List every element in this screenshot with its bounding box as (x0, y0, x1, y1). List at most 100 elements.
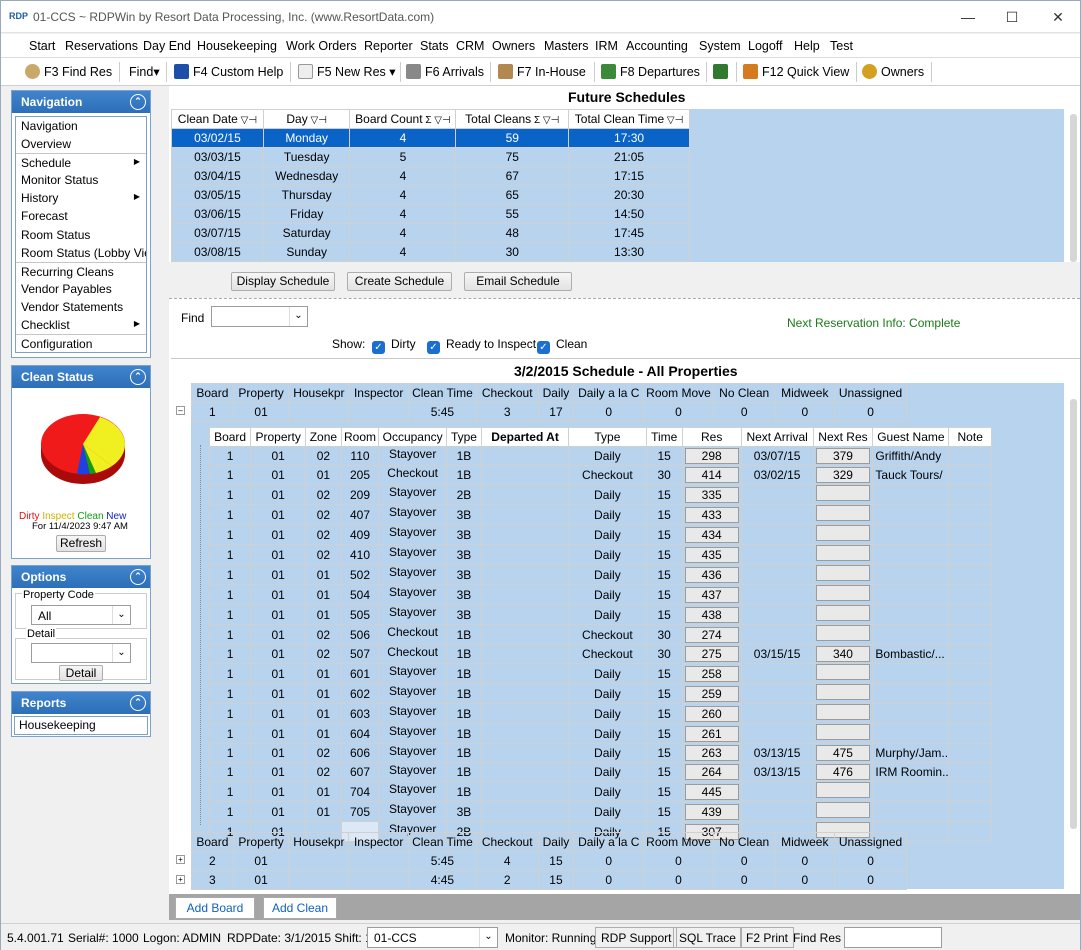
next-res-link-button[interactable]: 379 (815, 448, 870, 464)
column-header[interactable]: Type (568, 427, 647, 447)
sidebar-item-history[interactable]: History ▶ (16, 189, 146, 207)
sidebar-item-navigation[interactable]: Navigation (16, 117, 146, 135)
column-header[interactable]: Daily a la C (573, 832, 645, 852)
res-link-button[interactable]: 414 (684, 467, 739, 483)
detail-button[interactable]: Detail (59, 665, 103, 681)
find-res-input[interactable] (844, 927, 942, 948)
next-res-link-button[interactable] (815, 704, 870, 720)
column-header[interactable]: No Clean (712, 832, 776, 852)
res-link-button[interactable]: 258 (684, 665, 739, 682)
sidebar-item-forecast[interactable]: Forecast (16, 207, 146, 225)
res-link-button[interactable]: 445 (684, 783, 739, 800)
column-header[interactable]: Housekpr (288, 383, 350, 403)
custom-help-button[interactable]: F4 Custom Help (174, 64, 283, 79)
column-header[interactable]: Clean Time (408, 383, 477, 403)
collapse-icon[interactable]: ⌃ (130, 695, 146, 711)
menu-item-system[interactable]: System (699, 39, 741, 53)
menu-item-start[interactable]: Start (29, 39, 55, 53)
column-header[interactable]: Room Move (643, 383, 714, 403)
add-board-button[interactable]: Add Board (175, 897, 255, 919)
sidebar-item-overview[interactable]: Overview (16, 135, 146, 153)
column-header[interactable]: Daily (537, 832, 575, 852)
table-row[interactable]: 03/05/15 Thursday 4 65 20:30 (171, 185, 690, 205)
arrivals-button[interactable]: F6 Arrivals (406, 64, 484, 79)
column-header[interactable]: Time (645, 427, 683, 447)
menu-item-housekeeping[interactable]: Housekeeping (197, 39, 277, 53)
clean-checkbox[interactable]: ✓ Clean (537, 337, 587, 354)
menu-item-masters[interactable]: Masters (544, 39, 588, 53)
column-header[interactable]: Property (232, 383, 290, 403)
column-header[interactable]: Room (340, 427, 380, 447)
board-row[interactable]: 1 01 5:45 3 17 0 0 0 0 0 (191, 402, 907, 422)
table-row[interactable]: 1 01 01 505 Stayover 3B Daily 15 438 (208, 604, 992, 625)
res-link-button[interactable]: 298 (684, 448, 739, 464)
table-row[interactable]: 1 01 01 704 Stayover 1B Daily 15 445 (208, 781, 992, 802)
table-row[interactable]: 03/07/15 Saturday 4 48 17:45 (171, 223, 690, 243)
create-schedule-button[interactable]: Create Schedule (347, 272, 452, 291)
table-row[interactable]: 03/03/15 Tuesday 5 75 21:05 (171, 147, 690, 167)
filter-icon[interactable]: ▽⊣ (664, 115, 683, 126)
sidebar-item-room-status[interactable]: Room Status (16, 226, 146, 244)
res-link-button[interactable]: 259 (684, 685, 739, 702)
table-row[interactable]: 03/06/15 Friday 4 55 14:50 (171, 204, 690, 224)
clean-status-header[interactable]: Clean Status ⌃ (12, 366, 150, 388)
departures-button[interactable]: F8 Departures (601, 64, 700, 79)
sidebar-item-room-status-lobby-vie[interactable]: Room Status (Lobby Vie (16, 244, 146, 262)
column-header[interactable]: Type (445, 427, 483, 447)
table-row[interactable]: 1 01 01 604 Stayover 1B Daily 15 261 (208, 723, 992, 744)
table-row[interactable]: 03/02/15 Monday 4 59 17:30 (171, 128, 690, 148)
res-link-button[interactable]: 264 (684, 764, 739, 780)
next-res-link-button[interactable] (815, 485, 870, 501)
table-row[interactable]: 1 01 01 603 Stayover 1B Daily 15 260 (208, 703, 992, 724)
res-link-button[interactable]: 434 (684, 526, 739, 543)
table-row[interactable]: 1 01 02 607 Stayover 1B Daily 15 264 03/13/15 476 I… (208, 762, 992, 782)
filter-icon[interactable]: Σ ▽⊣ (423, 115, 450, 126)
table-row[interactable]: 1 01 01 502 Stayover 3B Daily 15 436 (208, 564, 992, 585)
res-link-button[interactable]: 439 (684, 803, 739, 820)
table-row[interactable]: 1 01 02 410 Stayover 3B Daily 15 435 (208, 544, 992, 565)
expand-board-icon[interactable]: + (176, 875, 185, 884)
column-header[interactable]: Property (232, 832, 290, 852)
table-row[interactable]: 1 01 02 407 Stayover 3B Daily 15 433 (208, 504, 992, 525)
menu-item-accounting[interactable]: Accounting (626, 39, 688, 53)
menu-item-help[interactable]: Help (794, 39, 820, 53)
expand-board-icon[interactable]: + (176, 855, 185, 864)
column-header[interactable]: Guest Name (872, 427, 950, 447)
sidebar-item-recurring-cleans[interactable]: Recurring Cleans (16, 261, 146, 280)
find-select[interactable]: ⌄ (211, 306, 308, 327)
next-res-link-button[interactable] (815, 664, 870, 680)
menu-item-owners[interactable]: Owners (492, 39, 535, 53)
grid-view-button[interactable] (713, 64, 732, 79)
add-clean-button[interactable]: Add Clean (263, 897, 337, 919)
column-header[interactable]: Checkout (475, 832, 539, 852)
column-header[interactable]: Board (191, 383, 234, 403)
column-header[interactable]: Day ▽⊣ (262, 109, 351, 129)
menu-item-reservations[interactable]: Reservations (65, 39, 138, 53)
collapse-icon[interactable]: ⌃ (130, 569, 146, 585)
column-header[interactable]: Daily a la C (573, 383, 645, 403)
navigation-header[interactable]: Navigation ⌃ (12, 91, 150, 113)
column-header[interactable]: Departed At (481, 427, 570, 447)
column-header[interactable]: Next Arrival (740, 427, 814, 447)
column-header[interactable]: Next Res (812, 427, 874, 447)
res-link-button[interactable]: 435 (684, 546, 739, 563)
column-header[interactable]: Total Clean Time ▽⊣ (568, 109, 690, 129)
table-row[interactable]: 1 01 01 602 Stayover 1B Daily 15 259 (208, 683, 992, 704)
column-header[interactable]: Property (250, 427, 307, 447)
column-header[interactable]: Board Count Σ ▽⊣ (349, 109, 457, 129)
table-row[interactable]: 1 01 01 705 Stayover 3B Daily 15 439 (208, 801, 992, 822)
board-row[interactable]: 3 01 4:45 2 15 0 0 0 0 0 (191, 870, 907, 890)
column-header[interactable]: Inspector (348, 832, 409, 852)
column-header[interactable]: Note (948, 427, 992, 447)
collapse-icon[interactable]: ⌃ (130, 369, 146, 385)
table-row[interactable]: 1 01 01 504 Stayover 3B Daily 15 437 (208, 584, 992, 605)
res-link-button[interactable]: 261 (684, 725, 739, 742)
table-row[interactable]: 1 01 02 409 Stayover 3B Daily 15 434 (208, 524, 992, 545)
new-res-button[interactable]: F5 New Res ▾ (298, 64, 396, 79)
res-link-button[interactable]: 275 (684, 646, 739, 662)
column-header[interactable]: Total Cleans Σ ▽⊣ (455, 109, 570, 129)
sidebar-item-monitor-status[interactable]: Monitor Status (16, 171, 146, 189)
reports-item-housekeeping[interactable]: Housekeeping (14, 716, 148, 735)
next-res-link-button[interactable] (815, 802, 870, 818)
menu-item-irm[interactable]: IRM (595, 39, 618, 53)
